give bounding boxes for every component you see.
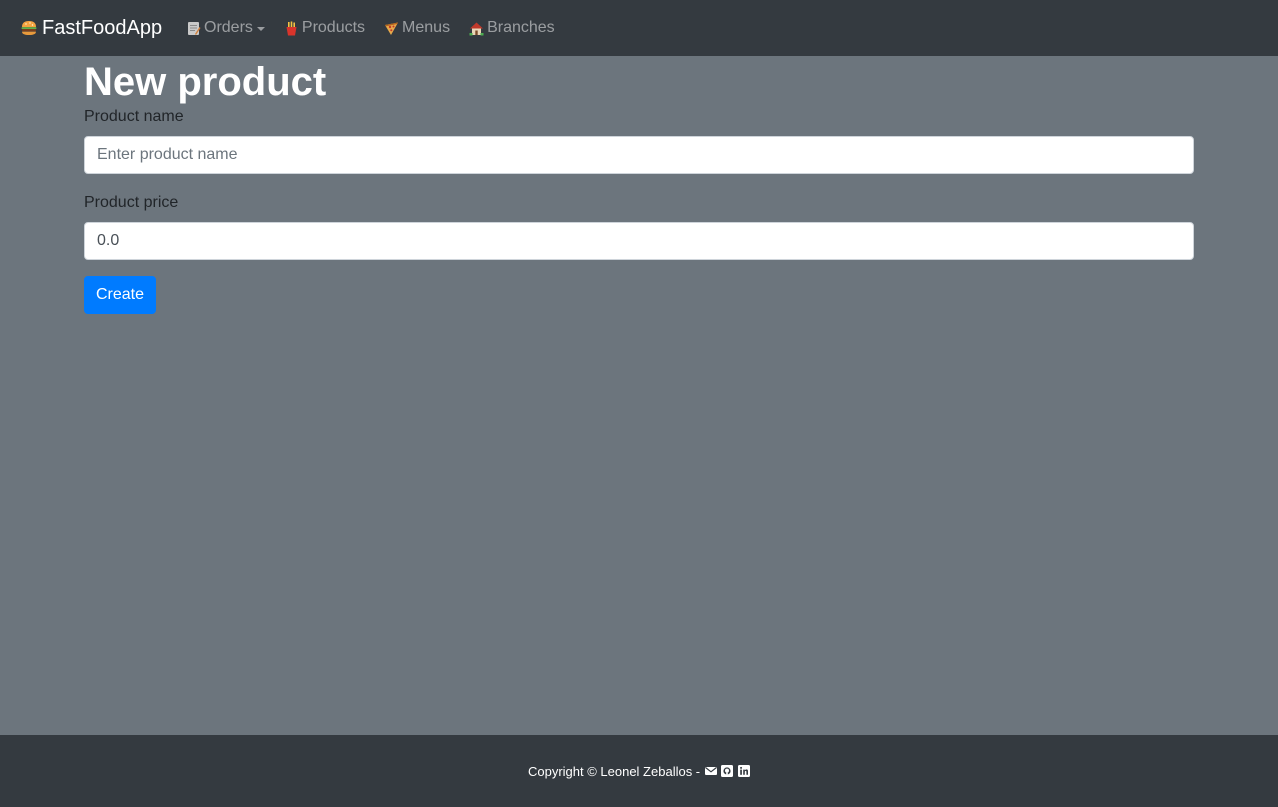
linkedin-icon[interactable]	[738, 765, 751, 777]
nav-item-products-label: Products	[301, 19, 366, 36]
nav-menu: Orders Products Menus Branches	[186, 18, 574, 38]
pizza-icon	[385, 22, 399, 35]
nav-item-orders[interactable]: Orders	[186, 18, 265, 38]
brand-label: FastFoodApp	[42, 17, 163, 39]
copyright-text: Copyright © Leonel Zeballos -	[527, 764, 701, 779]
burger-icon	[21, 21, 37, 35]
nav-item-orders-label: Orders	[204, 19, 253, 36]
product-price-input[interactable]	[84, 222, 1194, 260]
nav-item-branches-label: Branches	[487, 19, 555, 36]
fries-icon	[286, 21, 297, 35]
nav-item-products[interactable]: Products	[284, 18, 365, 38]
memo-icon	[188, 21, 201, 35]
house-icon	[469, 22, 484, 35]
create-button[interactable]: Create	[84, 276, 156, 314]
page-footer: Copyright © Leonel Zeballos -	[0, 735, 1278, 807]
nav-item-menus-label: Menus	[402, 19, 451, 36]
github-icon[interactable]	[721, 765, 734, 777]
nav-item-branches[interactable]: Branches	[469, 18, 555, 38]
brand-link[interactable]: FastFoodApp	[20, 16, 162, 40]
product-name-input[interactable]	[84, 136, 1194, 174]
nav-item-menus[interactable]: Menus	[384, 18, 450, 38]
page-title: New product	[84, 60, 327, 104]
top-navbar: FastFoodApp Orders Products Menus Branch…	[0, 0, 1278, 56]
product-price-label: Product price	[84, 194, 179, 211]
envelope-icon[interactable]	[704, 765, 717, 777]
footer-content: Copyright © Leonel Zeballos -	[0, 764, 1278, 780]
chevron-down-icon	[256, 26, 265, 31]
product-name-label: Product name	[84, 108, 184, 125]
